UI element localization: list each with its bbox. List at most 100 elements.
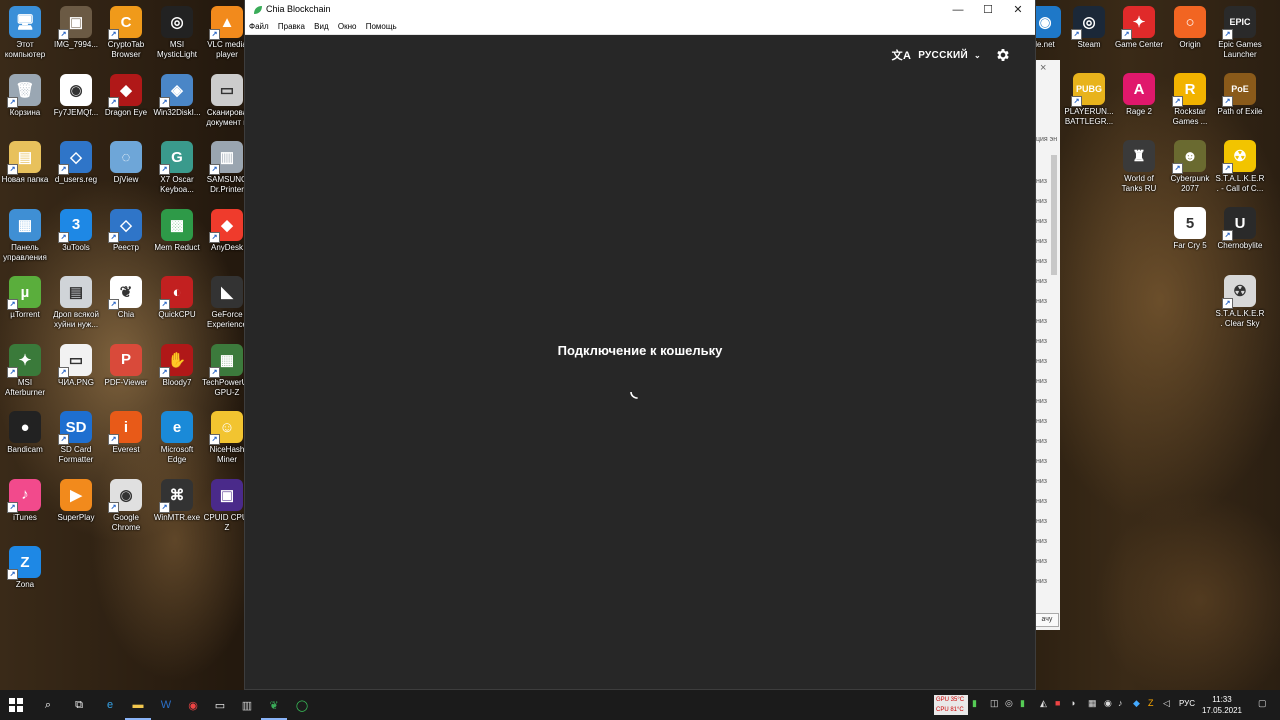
tray-icon-3[interactable]: ▮ — [1020, 698, 1025, 709]
desktop-icon-left-37[interactable]: ◉ ↗ Google Chrome — [101, 473, 151, 537]
desktop-icon-right-4[interactable]: EPIC ↗ Epic Games Launcher — [1215, 0, 1265, 64]
task-view-icon[interactable]: ⧉ — [69, 695, 89, 715]
desktop-icon-right-14[interactable]: ☢ ↗ S.T.A.L.K.E.R. Clear Sky — [1215, 269, 1265, 333]
desktop-icon-left-38[interactable]: ⌘ ↗ WinMTR.exe — [152, 473, 202, 537]
tray-icon-5[interactable]: ◑ — [1070, 698, 1075, 708]
terminal-icon[interactable]: ▭ — [210, 695, 230, 715]
desktop-icon-right-6[interactable]: A Rage 2 — [1114, 67, 1164, 131]
desktop-icon-right-13[interactable]: U ↗ Chernobylite — [1215, 201, 1265, 265]
desktop-icon-right-10[interactable]: ☻ ↗ Cyberpunk 2077 — [1165, 134, 1215, 198]
desktop-icon-left-23[interactable]: ◐ ↗ QuickCPU — [152, 270, 202, 334]
desktop-icon-left-35[interactable]: ♪ ↗ iTunes — [0, 473, 50, 537]
desktop-icon-left-32[interactable]: i ↗ Everest — [101, 405, 151, 469]
desktop-icon-left-20[interactable]: µ ↗ µTorrent — [0, 270, 50, 334]
desktop-icon-left-22[interactable]: ❦ ↗ Chia — [101, 270, 151, 334]
desktop-icon-image: ✦ ↗ — [7, 343, 41, 378]
tray-icon-6[interactable]: ▦ — [1088, 698, 1097, 709]
desktop-icon-image: 5 — [1174, 207, 1206, 239]
desktop-icon-left-1[interactable]: ▣ ↗ IMG_7994... — [51, 0, 101, 64]
background-window-close-icon[interactable]: × — [1040, 62, 1046, 74]
start-button[interactable] — [6, 695, 26, 715]
desktop-icon-right-1[interactable]: ◎ ↗ Steam — [1064, 0, 1114, 64]
desktop-icon-left-2[interactable]: C ↗ CryptoTab Browser — [101, 0, 151, 64]
desktop-icon-left-28[interactable]: ✋ ↗ Bloody7 — [152, 338, 202, 402]
desktop-icon-left-5[interactable]: 🗑 ↗ Корзина — [0, 68, 50, 132]
word-icon[interactable]: W — [156, 695, 176, 715]
desktop-icon-left-40[interactable]: Z ↗ Zona — [0, 540, 50, 604]
tray-icon-7[interactable]: ◉ — [1104, 698, 1112, 709]
desktop-icon-left-30[interactable]: ● Bandicam — [0, 405, 50, 469]
clock[interactable]: 11:33 17.05.2021 — [1198, 694, 1246, 716]
desktop-icon-left-26[interactable]: ▭ ↗ ЧИА.PNG — [51, 338, 101, 402]
desktop-icon-left-0[interactable]: 🖥 Этот компьютер — [0, 0, 50, 64]
close-button[interactable]: ✕ — [1003, 0, 1033, 20]
background-window-scrollbar[interactable] — [1051, 155, 1057, 275]
desktop-icon-right-9[interactable]: ♜ World of Tanks RU — [1114, 134, 1164, 198]
desktop-icon-right-3[interactable]: ○ Origin — [1165, 0, 1215, 64]
background-window-button[interactable]: ачу — [1035, 613, 1059, 627]
desktop-icon-left-17[interactable]: ◇ ↗ Реестр — [101, 203, 151, 267]
desktop-icon-right-12[interactable]: 5 Far Cry 5 — [1165, 201, 1215, 265]
desktop-icon-left-11[interactable]: ◇ ↗ d_users.reg — [51, 135, 101, 199]
title-bar[interactable]: Chia Blockchain — ☐ ✕ — [245, 0, 1035, 20]
desktop-icon-right-11[interactable]: ☢ ↗ S.T.A.L.K.E.R. - Call of C... — [1215, 134, 1265, 198]
desktop-icon-left-16[interactable]: 3 ↗ 3uTools — [51, 203, 101, 267]
desktop-icon-left-12[interactable]: ◌ DjView — [101, 135, 151, 199]
settings-gear-icon[interactable] — [995, 47, 1011, 63]
folder-icon[interactable]: ▥ — [237, 695, 257, 715]
menu-view[interactable]: Вид — [314, 22, 328, 31]
keyboard-layout[interactable]: РУС — [1179, 699, 1195, 708]
desktop-icon-left-3[interactable]: ◎ MSI MysticLight — [152, 0, 202, 64]
menu-window[interactable]: Окно — [338, 22, 357, 31]
background-window[interactable]: × ция эн низ низ низ низ низ низ низ низ низ низ ни… — [1034, 60, 1060, 630]
minimize-button[interactable]: — — [943, 0, 973, 20]
desktop-icon-right-8[interactable]: PoE ↗ Path of Exile — [1215, 67, 1265, 131]
edge-icon[interactable]: e — [100, 695, 120, 715]
desktop-icon-image: EPIC ↗ — [1222, 6, 1256, 40]
search-icon[interactable]: ⌕ — [38, 695, 58, 715]
language-selector[interactable]: 文A РУССКИЙ ⌄ — [892, 47, 981, 63]
desktop-icon-left-25[interactable]: ✦ ↗ MSI Afterburner — [0, 338, 50, 402]
background-window-tab[interactable] — [1034, 34, 1060, 50]
tray-icon-2[interactable]: ◎ — [1005, 698, 1013, 709]
whatsapp-icon[interactable]: ◯ — [292, 695, 312, 715]
tray-icon-8[interactable]: ♪ — [1118, 698, 1123, 708]
desktop-icon-right-5[interactable]: PUBG ↗ PLAYERUN... BATTLEGR... — [1064, 67, 1114, 131]
menu-file[interactable]: Файл — [249, 22, 269, 31]
tray-gpu-icon[interactable]: ▮ — [972, 698, 977, 709]
desktop-icon-left-27[interactable]: P PDF-Viewer — [101, 338, 151, 402]
desktop-icon-image: ▣ — [211, 478, 243, 511]
connecting-status-text: Подключение к кошельку — [557, 343, 723, 358]
chrome-icon[interactable]: ◉ — [183, 695, 203, 715]
desktop-icon-label: Path of Exile — [1217, 107, 1263, 116]
desktop-icon-left-6[interactable]: ◉ Fy7JEMQf... — [51, 68, 101, 132]
hardware-monitor-widget[interactable]: GPU 35°C CPU 81°C — [934, 695, 968, 715]
desktop-icon-left-21[interactable]: ▤ Дроп всякой хуйни нуж... — [51, 270, 101, 334]
desktop-icon-left-15[interactable]: ▦ Панель управления — [0, 203, 50, 267]
desktop-icon-right-2[interactable]: ✦ ↗ Game Center — [1114, 0, 1164, 64]
shortcut-arrow-icon: ↗ — [108, 501, 119, 513]
tray-network-icon[interactable]: ◭ — [1040, 698, 1047, 709]
desktop-icon-left-18[interactable]: ▩ Mem Reduct — [152, 203, 202, 267]
tray-monitor-icon[interactable]: ◫ — [990, 698, 999, 709]
desktop-icon-left-7[interactable]: ◆ ↗ Dragon Eye — [101, 68, 151, 132]
shortcut-arrow-icon: ↗ — [58, 29, 69, 40]
desktop-icon-left-36[interactable]: ▶ SuperPlay — [51, 473, 101, 537]
desktop-icon-left-10[interactable]: ▤ ↗ Новая папка — [0, 135, 50, 199]
file-explorer-icon[interactable]: ▬ — [125, 695, 151, 720]
tray-icon-10[interactable]: Z — [1148, 698, 1154, 708]
desktop-icon-right-7[interactable]: R ↗ Rockstar Games ... — [1165, 67, 1215, 131]
tray-volume-icon[interactable]: ◁ — [1163, 698, 1170, 709]
desktop-icon-left-31[interactable]: SD ↗ SD Card Formatter — [51, 405, 101, 469]
desktop-icon-left-13[interactable]: G ↗ X7 Oscar Keyboa... — [152, 135, 202, 199]
menu-help[interactable]: Помощь — [366, 22, 397, 31]
tray-icon-9[interactable]: ◆ — [1133, 698, 1140, 709]
maximize-button[interactable]: ☐ — [973, 0, 1003, 20]
desktop-icon-left-33[interactable]: e Microsoft Edge — [152, 405, 202, 469]
notifications-icon[interactable]: ▢ — [1258, 698, 1267, 709]
menu-edit[interactable]: Правка — [278, 22, 305, 31]
tray-icon-4[interactable]: ■ — [1055, 698, 1060, 708]
chia-taskbar-icon[interactable]: ❦ — [261, 695, 287, 720]
desktop-icon-left-8[interactable]: ◈ ↗ Win32DiskI... — [152, 68, 202, 132]
desktop-icon-image: ☺ ↗ — [209, 411, 243, 445]
